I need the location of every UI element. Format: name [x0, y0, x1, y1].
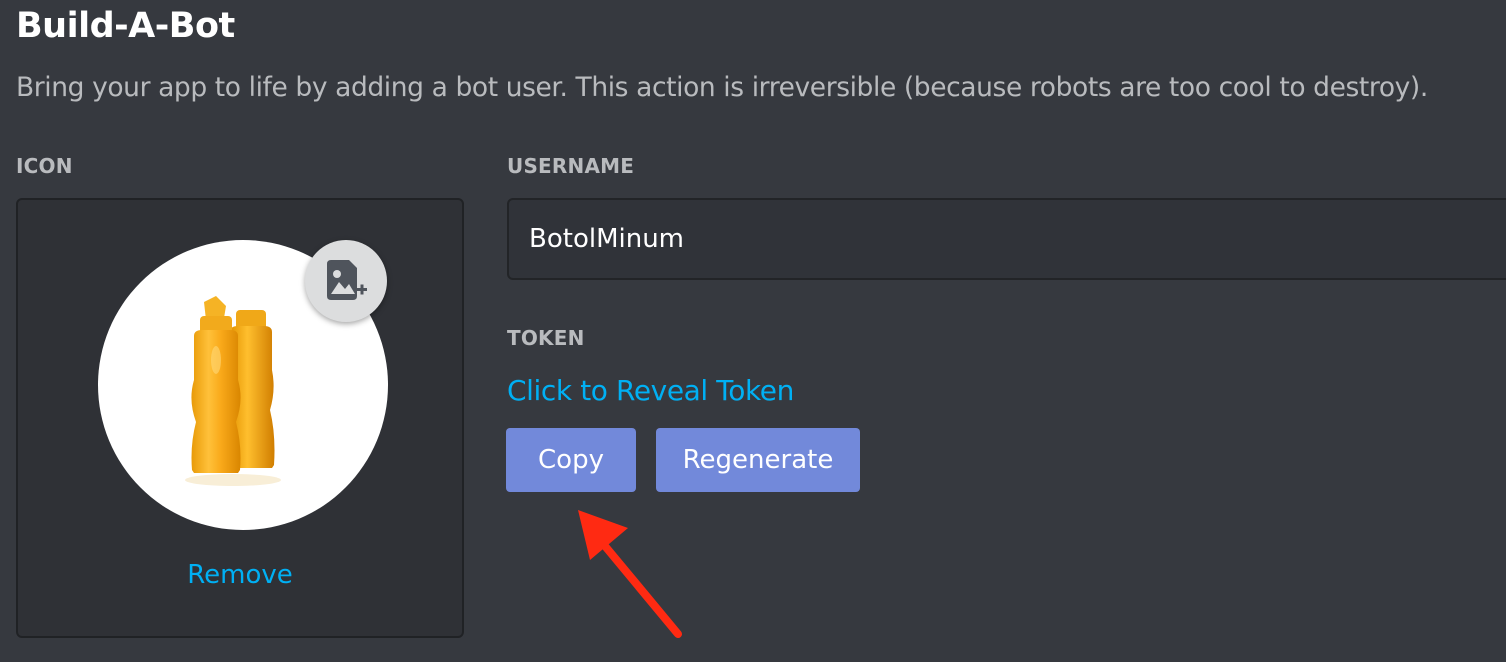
upload-image-button[interactable]	[305, 240, 387, 322]
copy-token-button[interactable]: Copy	[506, 428, 636, 492]
regenerate-token-button[interactable]: Regenerate	[656, 428, 860, 492]
page-description: Bring your app to life by adding a bot u…	[16, 72, 1428, 103]
red-arrow-pointer-icon	[578, 510, 682, 638]
page-title: Build-A-Bot	[16, 6, 235, 46]
image-add-icon	[327, 260, 367, 300]
remove-avatar-link[interactable]: Remove	[18, 560, 462, 590]
icon-panel: Remove	[16, 198, 464, 638]
icon-section-label: ICON	[16, 154, 73, 178]
username-input[interactable]	[507, 198, 1506, 280]
username-section-label: USERNAME	[507, 154, 635, 178]
token-section-label: TOKEN	[507, 326, 585, 350]
build-a-bot-page: Build-A-Bot Bring your app to life by ad…	[0, 0, 1506, 662]
reveal-token-link[interactable]: Click to Reveal Token	[507, 374, 794, 407]
